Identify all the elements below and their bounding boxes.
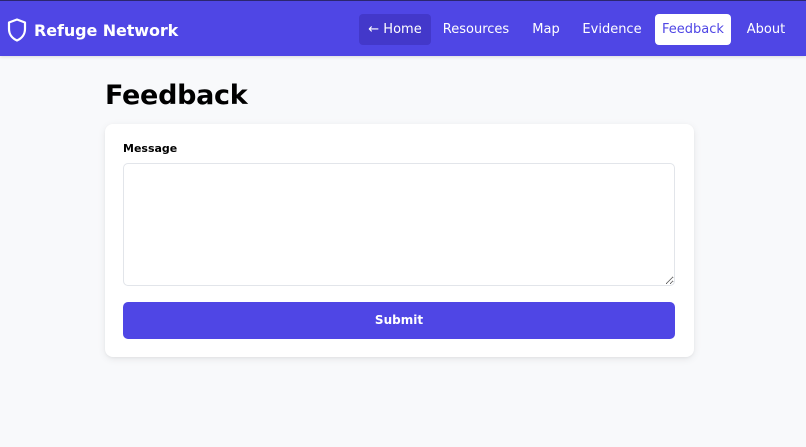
feedback-form-card: Message Submit <box>105 124 694 357</box>
message-label: Message <box>123 142 178 155</box>
main-nav: ← Home Resources Map Evidence Feedback A… <box>0 14 806 45</box>
nav-item-about[interactable]: About <box>740 14 792 45</box>
nav-item-map[interactable]: Map <box>523 14 569 45</box>
nav-item-feedback[interactable]: Feedback <box>655 14 731 45</box>
nav-item-home[interactable]: ← Home <box>359 14 431 45</box>
page-title: Feedback <box>105 80 248 111</box>
nav-item-evidence[interactable]: Evidence <box>578 14 646 45</box>
message-input[interactable] <box>123 163 675 286</box>
submit-button[interactable]: Submit <box>123 302 675 339</box>
nav-item-resources[interactable]: Resources <box>438 14 514 45</box>
top-navigation-bar: Refuge Network ← Home Resources Map Evid… <box>0 0 806 56</box>
